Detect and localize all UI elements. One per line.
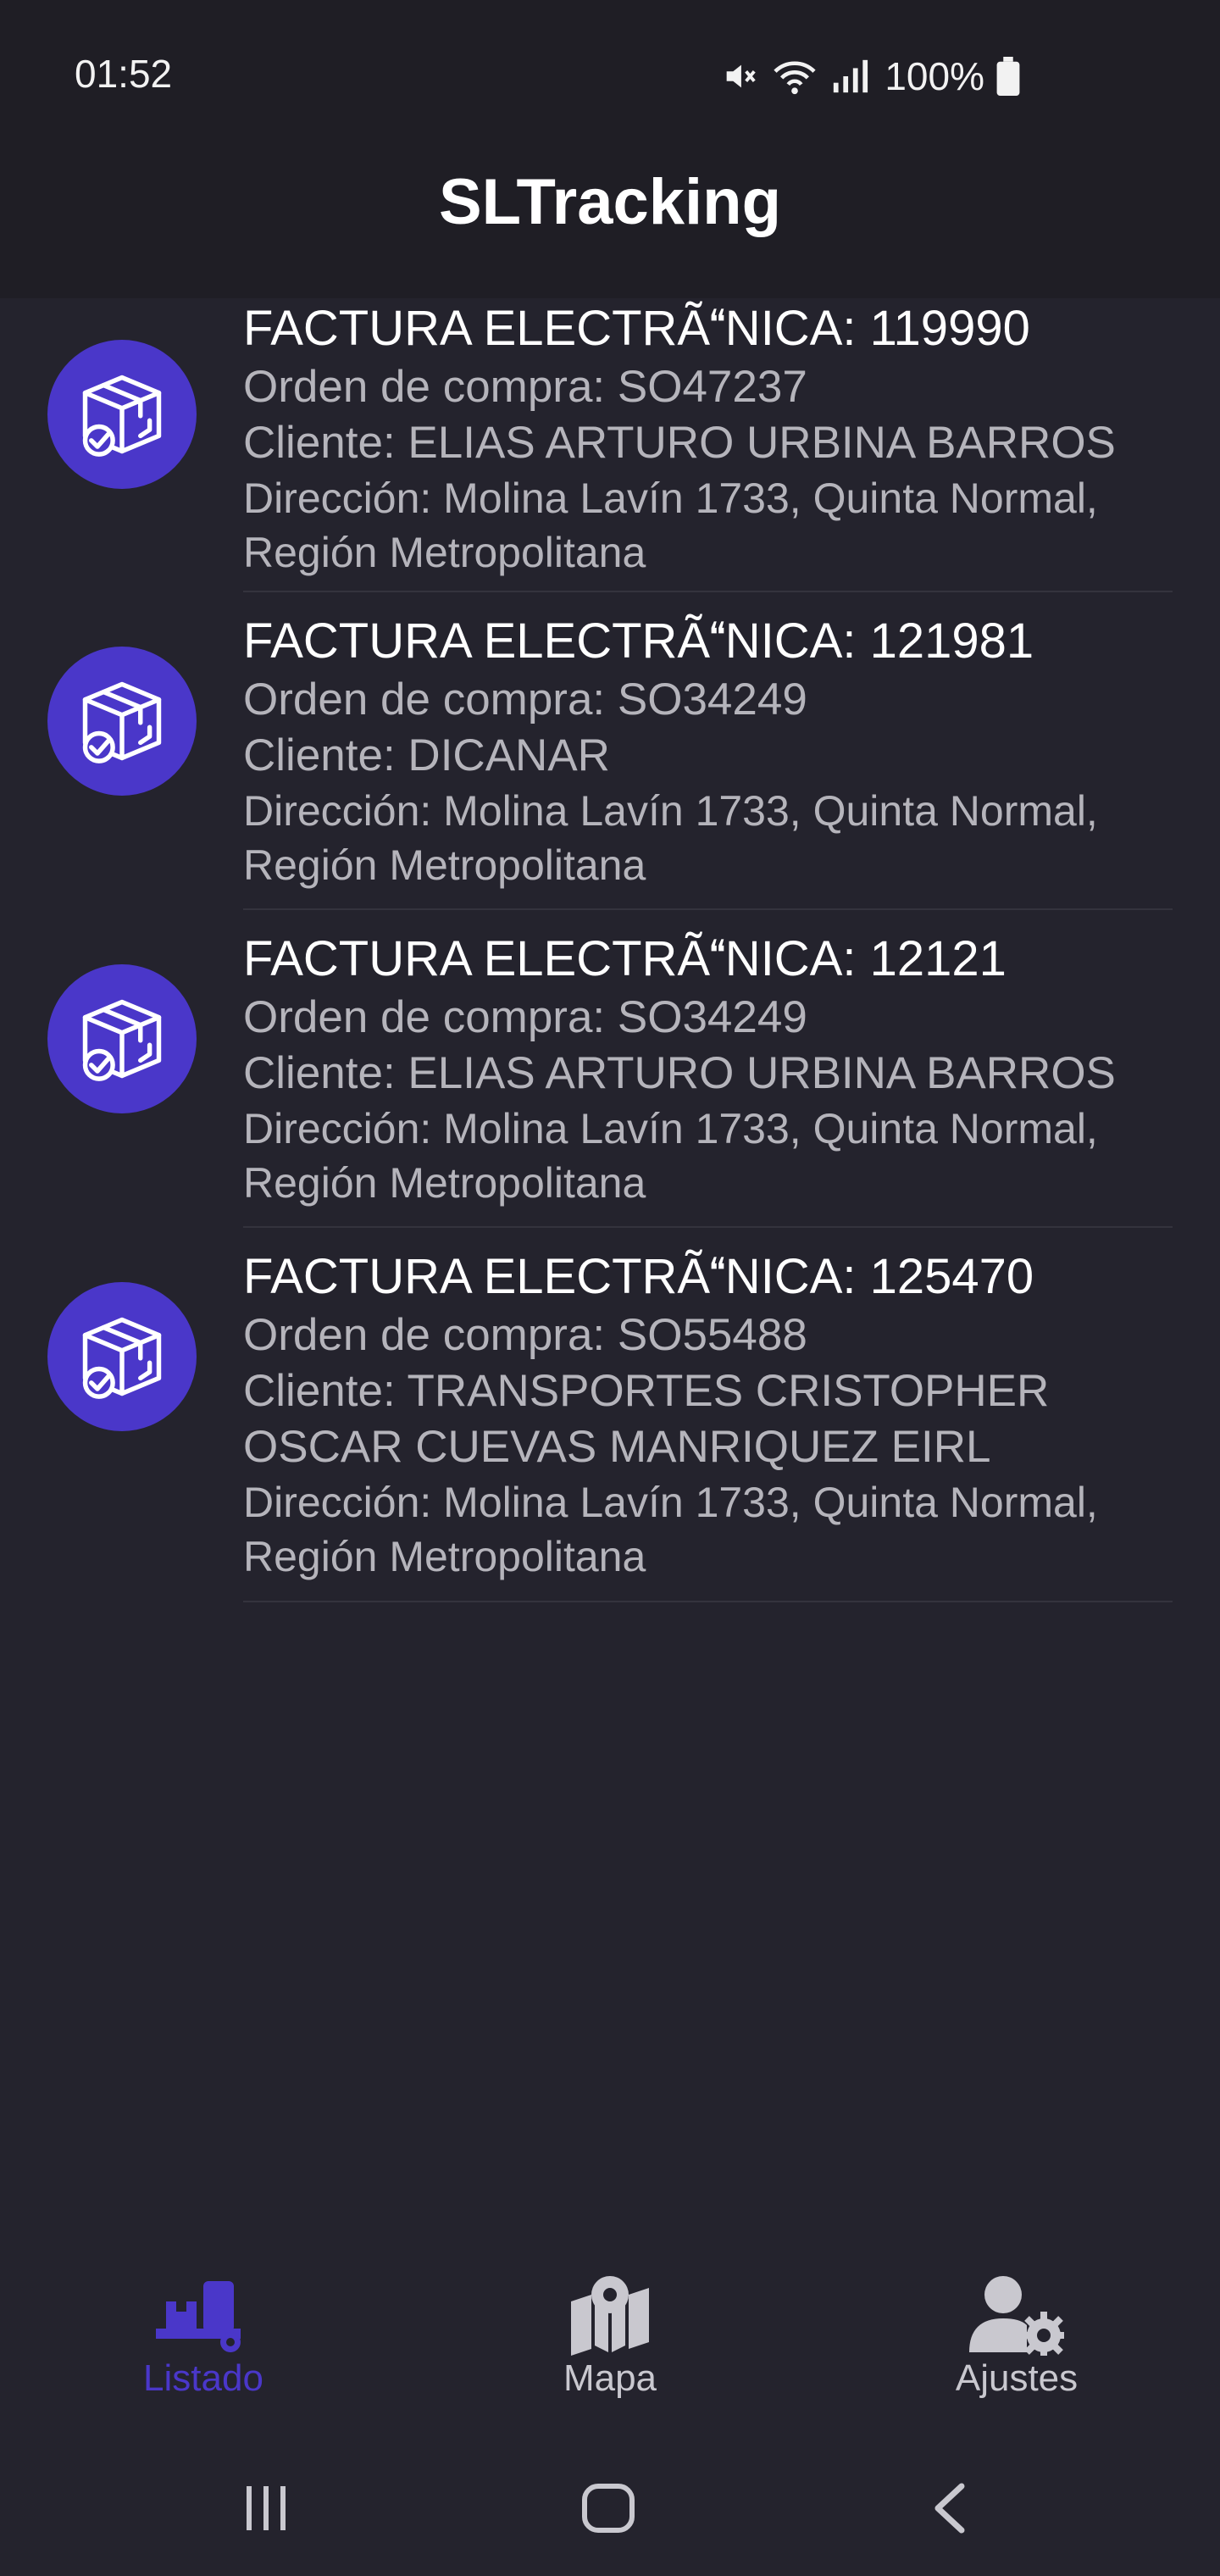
address-region: Región Metropolitana	[243, 841, 646, 889]
tab-listado[interactable]: Listado	[76, 2271, 330, 2400]
battery-percent: 100%	[884, 54, 984, 98]
list-item[interactable]: FACTURA ELECTRÃNICA: 125470 Orden de co…	[0, 1228, 1220, 1602]
list-item[interactable]: FACTURA ELECTRÃNICA: 121981 Orden de co…	[0, 592, 1220, 910]
package-icon	[47, 1282, 197, 1431]
map-icon	[483, 2271, 737, 2356]
item-details: FACTURA ELECTRÃNICA: 125470 Orden de co…	[243, 1228, 1173, 1602]
home-icon	[582, 2484, 635, 2533]
bottom-navigation: Listado Mapa Ajustes	[0, 2271, 1220, 2423]
system-navigation	[0, 2457, 1220, 2576]
address-line: Dirección: Molina Lavín 1733, Quinta Nor…	[243, 1105, 1098, 1152]
invoice-number: FACTURA ELECTRÃNICA: 119990	[243, 301, 1030, 356]
item-details: FACTURA ELECTRÃNICA: 119990 Orden de co…	[243, 298, 1173, 592]
package-icon	[47, 340, 197, 489]
dolly-icon	[76, 2271, 330, 2356]
invoice-list: FACTURA ELECTRÃNICA: 119990 Orden de co…	[0, 298, 1220, 1602]
purchase-order: Orden de compra: SO55488	[243, 1310, 807, 1360]
purchase-order: Orden de compra: SO34249	[243, 992, 807, 1042]
client-name: Cliente: ELIAS ARTURO URBINA BARROS	[243, 418, 1116, 468]
invoice-number: FACTURA ELECTRÃNICA: 125470	[243, 1249, 1034, 1304]
status-bar: 01:52 100%	[0, 0, 1220, 153]
wifi-icon	[774, 61, 816, 95]
battery-icon	[996, 57, 1020, 96]
address-line: Dirección: Molina Lavín 1733, Quinta Nor…	[243, 787, 1098, 835]
app-title: SLTracking	[438, 166, 782, 238]
address-region: Región Metropolitana	[243, 1533, 646, 1580]
invoice-number: FACTURA ELECTRÃNICA: 121981	[243, 613, 1034, 669]
tab-listado-label: Listado	[143, 2357, 263, 2399]
back-button[interactable]	[929, 2483, 968, 2538]
package-icon	[47, 647, 197, 796]
tab-mapa-label: Mapa	[563, 2357, 657, 2399]
purchase-order: Orden de compra: SO34249	[243, 675, 807, 724]
list-item[interactable]: FACTURA ELECTRÃNICA: 119990 Orden de co…	[0, 298, 1220, 592]
address-line: Dirección: Molina Lavín 1733, Quinta Nor…	[243, 475, 1098, 522]
back-icon	[934, 2483, 965, 2534]
address-line: Dirección: Molina Lavín 1733, Quinta Nor…	[243, 1479, 1098, 1526]
signal-icon	[834, 59, 868, 93]
address-region: Región Metropolitana	[243, 529, 646, 576]
tab-mapa[interactable]: Mapa	[483, 2271, 737, 2400]
purchase-order: Orden de compra: SO47237	[243, 362, 807, 412]
recent-apps-icon	[247, 2486, 286, 2530]
list-item[interactable]: FACTURA ELECTRÃNICA: 12121 Orden de com…	[0, 910, 1220, 1228]
status-time: 01:52	[75, 52, 173, 96]
address-region: Región Metropolitana	[243, 1159, 646, 1207]
client-name: Cliente: DICANAR	[243, 730, 610, 780]
invoice-number: FACTURA ELECTRÃNICA: 12121	[243, 931, 1006, 986]
client-name-continued: OSCAR CUEVAS MANRIQUEZ EIRL	[243, 1422, 991, 1472]
status-icons: 100%	[720, 51, 1020, 102]
mute-icon	[727, 64, 757, 88]
tab-ajustes-label: Ajustes	[955, 2357, 1079, 2399]
item-details: FACTURA ELECTRÃNICA: 12121 Orden de com…	[243, 910, 1173, 1228]
home-button[interactable]	[581, 2483, 635, 2538]
client-name: Cliente: ELIAS ARTURO URBINA BARROS	[243, 1048, 1116, 1098]
item-details: FACTURA ELECTRÃNICA: 121981 Orden de co…	[243, 592, 1173, 910]
user-settings-icon	[890, 2271, 1144, 2356]
client-name: Cliente: TRANSPORTES CRISTOPHER	[243, 1366, 1050, 1416]
package-icon	[47, 964, 197, 1113]
tab-ajustes[interactable]: Ajustes	[890, 2271, 1144, 2400]
recent-apps-button[interactable]	[241, 2483, 292, 2538]
